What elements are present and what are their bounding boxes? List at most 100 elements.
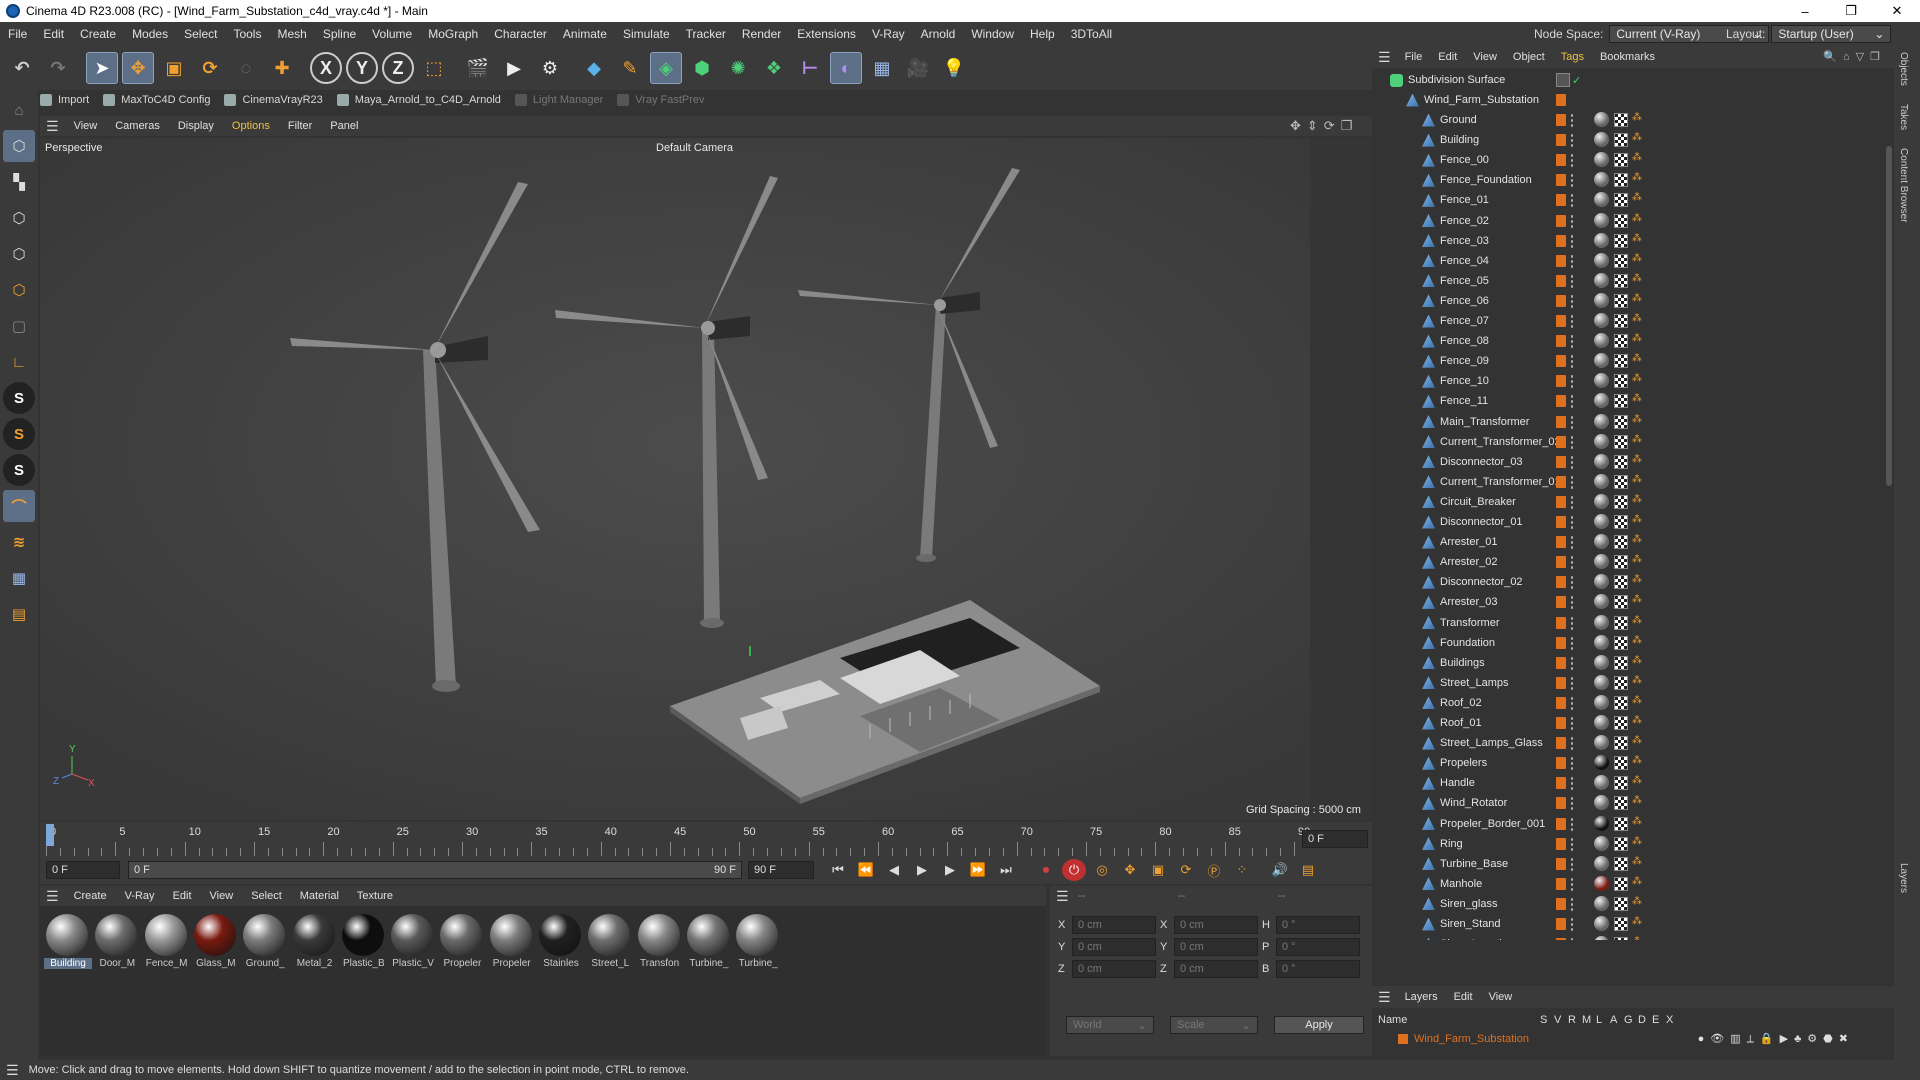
texture-tag-icon[interactable] (1614, 937, 1628, 940)
material-tag-icon[interactable] (1594, 735, 1609, 751)
layer-color-icon[interactable] (1556, 435, 1566, 448)
visibility-dots-icon[interactable] (1570, 736, 1574, 751)
coord-value-field[interactable]: 0 ° (1276, 960, 1360, 978)
material-swatch[interactable]: Transfon (636, 912, 682, 972)
material-tag-icon[interactable] (1594, 473, 1609, 489)
object-row[interactable]: Fence_11 ⁂ (1372, 391, 1894, 411)
layer-menu-layers[interactable]: Layers (1397, 991, 1446, 1003)
vray-tag-icon[interactable]: ⁂ (1632, 293, 1642, 304)
object-menu-bookmarks[interactable]: Bookmarks (1592, 51, 1663, 63)
rotate-tool-icon[interactable]: ⟳ (194, 52, 226, 84)
visibility-dots-icon[interactable] (1570, 233, 1574, 248)
object-row[interactable]: Street_Lamps_Glass ⁂ (1372, 733, 1894, 753)
layer-color-icon[interactable] (1556, 475, 1566, 488)
object-row[interactable]: Circuit_Breaker ⁂ (1372, 492, 1894, 512)
layer-color-icon[interactable] (1556, 717, 1566, 729)
model-mode-icon[interactable]: ⬡ (3, 130, 35, 162)
plugin-light-manager[interactable]: Light Manager (514, 94, 603, 106)
coord-value-field[interactable]: 0 ° (1276, 938, 1360, 956)
object-row[interactable]: Fence_10 ⁂ (1372, 371, 1894, 391)
material-tag-icon[interactable] (1594, 333, 1609, 349)
layer-color-icon[interactable] (1556, 536, 1566, 549)
point-level-icon[interactable]: ⁘ (1230, 859, 1254, 881)
material-swatch[interactable]: Ground_ (241, 912, 287, 972)
layout-dropdown[interactable]: Startup (User) ⌄ (1771, 25, 1892, 43)
material-swatch[interactable]: Plastic_V (389, 912, 435, 972)
object-manager-tool-icons[interactable]: 🔍⌂▽❐ (1823, 50, 1886, 63)
layer-toggle-icons[interactable]: ●👁▥⟂🔒▶♣⚙⬣✖ (1698, 1032, 1854, 1046)
keyframe-selection-icon[interactable]: ◎ (1090, 859, 1114, 881)
restore-button[interactable]: ❐ (1828, 0, 1874, 22)
coord-scale-dropdown[interactable]: Scale ⌄ (1170, 1016, 1258, 1034)
menu-spline[interactable]: Spline (315, 27, 364, 41)
coord-value-field[interactable]: 0 cm (1174, 960, 1258, 978)
texture-tag-icon[interactable] (1614, 816, 1628, 831)
object-row[interactable]: Fence_04 ⁂ (1372, 251, 1894, 271)
visibility-dots-icon[interactable] (1570, 836, 1574, 851)
scale-tool-icon[interactable]: ▣ (158, 52, 190, 84)
layer-color-icon[interactable] (1556, 154, 1566, 167)
vray-tag-icon[interactable]: ⁂ (1632, 373, 1642, 384)
visibility-dots-icon[interactable] (1570, 756, 1574, 771)
texture-tag-icon[interactable] (1614, 756, 1628, 771)
texture-tag-icon[interactable] (1614, 394, 1628, 409)
snap-icon[interactable]: S (3, 382, 35, 414)
visibility-dots-icon[interactable] (1570, 474, 1574, 489)
layer-color-icon[interactable] (1556, 596, 1566, 609)
hamburger-icon[interactable]: ☰ (1056, 888, 1069, 905)
material-tag-icon[interactable] (1594, 795, 1609, 811)
position-key-icon[interactable]: ✥ (1118, 859, 1142, 881)
visibility-dots-icon[interactable] (1570, 193, 1574, 208)
material-tag-icon[interactable] (1594, 172, 1609, 188)
floor-icon[interactable]: ▦ (866, 52, 898, 84)
object-row[interactable]: Wind_Farm_Substation (1372, 90, 1894, 110)
object-row[interactable]: Foundation ⁂ (1372, 633, 1894, 653)
hamburger-icon[interactable]: ☰ (6, 1062, 19, 1079)
object-row[interactable]: Roof_01 ⁂ (1372, 713, 1894, 733)
material-tag-icon[interactable] (1594, 252, 1609, 268)
material-swatch[interactable]: Metal_2 (291, 912, 337, 972)
object-row[interactable]: Wind_Rotator ⁂ (1372, 793, 1894, 813)
layer-color-icon[interactable] (1556, 214, 1566, 227)
layer-color-icon[interactable] (1556, 777, 1566, 790)
visibility-dots-icon[interactable] (1570, 896, 1574, 911)
enabled-check-icon[interactable]: ✓ (1572, 74, 1581, 87)
visibility-dots-icon[interactable] (1570, 776, 1574, 791)
transform-icon[interactable]: ✚ (266, 52, 298, 84)
visibility-dots-icon[interactable] (1570, 253, 1574, 268)
material-swatch[interactable]: Stainles (537, 912, 583, 972)
visibility-toggle-icon[interactable] (1556, 73, 1570, 87)
material-tag-icon[interactable] (1594, 835, 1609, 851)
end-frame-field[interactable]: 90 F (748, 861, 814, 879)
material-tag-icon[interactable] (1594, 453, 1609, 469)
vray-tag-icon[interactable]: ⁂ (1632, 755, 1642, 766)
texture-tag-icon[interactable] (1614, 314, 1628, 328)
material-menu-material[interactable]: Material (291, 890, 348, 902)
extrude-generator-icon[interactable]: ⬢ (686, 52, 718, 84)
bend-deformer-icon[interactable]: ⊢ (794, 52, 826, 84)
parameter-key-icon[interactable]: Ⓟ (1202, 859, 1226, 881)
material-tag-icon[interactable] (1594, 212, 1609, 228)
material-tag-icon[interactable] (1594, 353, 1609, 369)
autokey-icon[interactable]: ⏻ (1062, 859, 1086, 881)
texture-tag-icon[interactable] (1614, 474, 1628, 489)
material-tag-icon[interactable] (1594, 895, 1609, 911)
visibility-dots-icon[interactable] (1570, 917, 1574, 931)
timeline-ruler[interactable]: 051015202530354045505560657075808590 0 F (40, 822, 1372, 858)
layer-color-icon[interactable] (1556, 576, 1566, 589)
start-frame-field[interactable]: 0 F (46, 861, 120, 879)
vray-tag-icon[interactable]: ⁂ (1632, 856, 1642, 867)
texture-tag-icon[interactable] (1614, 736, 1628, 751)
render-picture-viewer-icon[interactable]: ▶ (498, 52, 530, 84)
visibility-dots-icon[interactable] (1570, 515, 1574, 529)
material-swatch[interactable]: Street_L (586, 912, 632, 972)
sound-icon[interactable]: 🔊 (1268, 859, 1292, 881)
material-tag-icon[interactable] (1594, 413, 1609, 429)
texture-tag-icon[interactable] (1614, 193, 1628, 208)
vray-tag-icon[interactable]: ⁂ (1632, 916, 1642, 927)
visibility-dots-icon[interactable] (1570, 555, 1574, 570)
close-button[interactable]: ✕ (1874, 0, 1920, 22)
material-tag-icon[interactable] (1594, 574, 1609, 590)
plugin-maxtoc4d-config[interactable]: MaxToC4D Config (103, 94, 210, 106)
layer-color-icon[interactable] (1556, 636, 1566, 649)
